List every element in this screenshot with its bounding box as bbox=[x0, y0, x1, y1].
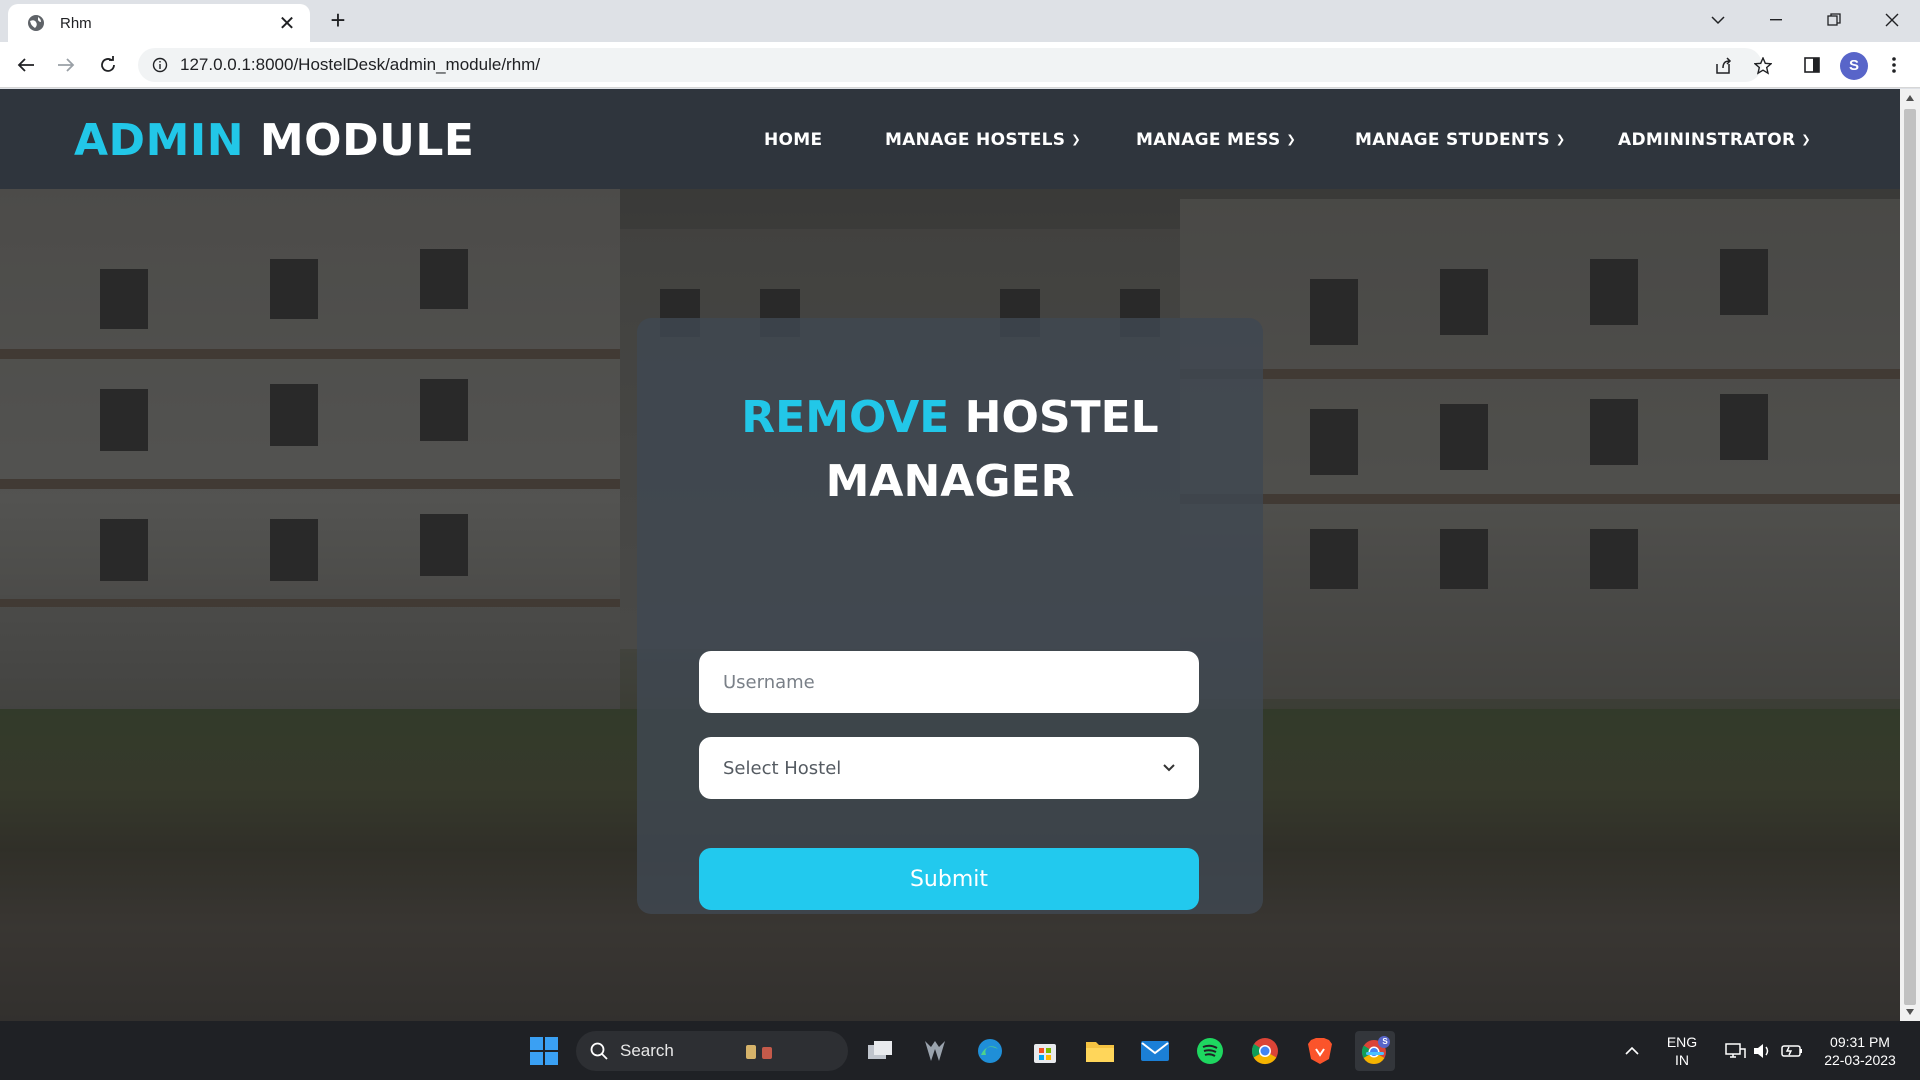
browser-menu-icon[interactable] bbox=[1880, 51, 1908, 79]
form-title-accent: REMOVE bbox=[741, 392, 950, 443]
nav-manage-hostels-label: MANAGE HOSTELS bbox=[885, 130, 1066, 150]
active-app-indicator bbox=[1366, 1052, 1384, 1055]
username-input[interactable] bbox=[723, 671, 1175, 693]
site-brand-logo[interactable]: ADMIN MODULE bbox=[74, 115, 474, 166]
globe-icon bbox=[28, 15, 44, 31]
brave-browser-icon[interactable] bbox=[1300, 1031, 1340, 1071]
share-icon[interactable] bbox=[1713, 56, 1733, 76]
task-view-icon[interactable] bbox=[860, 1031, 900, 1071]
hostel-select[interactable]: Select Hostel bbox=[699, 737, 1199, 799]
form-title-word: HOSTEL bbox=[964, 392, 1159, 443]
language-code: ENG bbox=[1666, 1034, 1698, 1050]
volume-icon bbox=[1754, 1044, 1769, 1058]
scroll-up-arrow-icon[interactable] bbox=[1906, 95, 1914, 101]
mail-icon[interactable] bbox=[1135, 1031, 1175, 1071]
windows-taskbar: Search S ENG IN 09:31 PM 22-03-2023 bbox=[0, 1021, 1920, 1080]
side-panel-icon[interactable] bbox=[1798, 51, 1826, 79]
search-icon bbox=[590, 1042, 608, 1060]
brand-rest-text: MODULE bbox=[259, 115, 475, 166]
system-tray[interactable] bbox=[1712, 1031, 1816, 1071]
nav-administrator-label: ADMININSTRATOR bbox=[1618, 130, 1796, 150]
nav-administrator[interactable]: ADMININSTRATOR ❯ bbox=[1618, 130, 1811, 150]
file-explorer-icon[interactable] bbox=[1080, 1031, 1120, 1071]
close-tab-icon[interactable]: ✕ bbox=[276, 11, 298, 36]
restore-icon[interactable] bbox=[1814, 6, 1854, 34]
spotify-icon[interactable] bbox=[1190, 1031, 1230, 1071]
chevron-down-icon bbox=[1163, 764, 1175, 772]
chrome-icon[interactable] bbox=[1245, 1031, 1285, 1071]
chrome-profile-icon[interactable]: S bbox=[1355, 1031, 1395, 1071]
address-bar[interactable]: 127.0.0.1:8000/HostelDesk/admin_module/r… bbox=[138, 48, 1762, 82]
minimize-icon[interactable] bbox=[1756, 6, 1796, 34]
hostel-select-value: Select Hostel bbox=[723, 757, 842, 779]
taskbar-search[interactable]: Search bbox=[576, 1031, 848, 1071]
clock-time: 09:31 PM bbox=[1830, 1034, 1890, 1050]
forward-arrow-icon[interactable] bbox=[52, 51, 80, 79]
bookmark-star-icon[interactable] bbox=[1753, 56, 1773, 76]
network-icon bbox=[1725, 1043, 1746, 1058]
tab-search-chevron-icon[interactable] bbox=[1698, 6, 1738, 34]
scrollbar-thumb[interactable] bbox=[1904, 109, 1916, 1005]
new-tab-button[interactable]: + bbox=[324, 6, 352, 34]
language-region: IN bbox=[1675, 1052, 1689, 1068]
submit-button[interactable]: Submit bbox=[699, 848, 1199, 910]
microsoft-store-icon[interactable] bbox=[1025, 1031, 1065, 1071]
browser-tab[interactable]: Rhm ✕ bbox=[8, 4, 310, 42]
chevron-down-icon: ❯ bbox=[1286, 133, 1297, 146]
browser-tab-strip: Rhm ✕ + bbox=[0, 0, 1920, 42]
battery-icon bbox=[1781, 1045, 1802, 1057]
windows-start-icon[interactable] bbox=[524, 1031, 564, 1071]
search-label: Search bbox=[620, 1041, 674, 1060]
scroll-down-arrow-icon[interactable] bbox=[1906, 1009, 1914, 1015]
nav-manage-mess[interactable]: MANAGE MESS ❯ bbox=[1136, 130, 1296, 150]
chevron-down-icon: ❯ bbox=[1071, 133, 1081, 146]
nav-home[interactable]: HOME bbox=[764, 130, 822, 150]
tray-chevron-up-icon[interactable] bbox=[1612, 1031, 1652, 1071]
clock[interactable]: 09:31 PM 22-03-2023 bbox=[1810, 1033, 1910, 1069]
chevron-down-icon: ❯ bbox=[1801, 133, 1811, 146]
nav-manage-mess-label: MANAGE MESS bbox=[1136, 130, 1281, 150]
search-highlight-icon bbox=[745, 1045, 772, 1059]
site-info-icon[interactable] bbox=[152, 57, 168, 73]
language-indicator[interactable]: ENG IN bbox=[1660, 1033, 1704, 1069]
form-title-word-2: MANAGER bbox=[825, 456, 1075, 507]
username-field[interactable] bbox=[699, 651, 1199, 713]
edge-browser-icon[interactable] bbox=[970, 1031, 1010, 1071]
remove-manager-form-card: REMOVE HOSTEL MANAGER Select Hostel Subm… bbox=[637, 318, 1263, 914]
browser-toolbar: 127.0.0.1:8000/HostelDesk/admin_module/r… bbox=[0, 42, 1920, 88]
nav-manage-hostels[interactable]: MANAGE HOSTELS ❯ bbox=[885, 130, 1081, 150]
nav-manage-students-label: MANAGE STUDENTS bbox=[1355, 130, 1550, 150]
url-text: 127.0.0.1:8000/HostelDesk/admin_module/r… bbox=[180, 55, 541, 74]
reload-icon[interactable] bbox=[94, 51, 122, 79]
brand-accent-text: ADMIN bbox=[74, 115, 245, 166]
nav-home-label: HOME bbox=[764, 130, 823, 150]
clock-date: 22-03-2023 bbox=[1824, 1052, 1896, 1068]
form-title: REMOVE HOSTEL MANAGER bbox=[637, 386, 1263, 514]
chrome-profile-badge: S bbox=[1382, 1037, 1388, 1046]
nav-manage-students[interactable]: MANAGE STUDENTS ❯ bbox=[1355, 130, 1565, 150]
page-scrollbar[interactable] bbox=[1900, 89, 1920, 1021]
page-viewport: ADMIN MODULE HOME MANAGE HOSTELS ❯ MANAGE… bbox=[0, 89, 1900, 1021]
predator-app-icon[interactable] bbox=[915, 1031, 955, 1071]
site-navbar: ADMIN MODULE HOME MANAGE HOSTELS ❯ MANAGE… bbox=[0, 89, 1900, 189]
chevron-down-icon: ❯ bbox=[1555, 133, 1566, 146]
profile-avatar[interactable]: S bbox=[1840, 52, 1868, 80]
close-window-icon[interactable] bbox=[1872, 6, 1912, 34]
tab-title: Rhm bbox=[60, 14, 92, 32]
back-arrow-icon[interactable] bbox=[12, 51, 40, 79]
